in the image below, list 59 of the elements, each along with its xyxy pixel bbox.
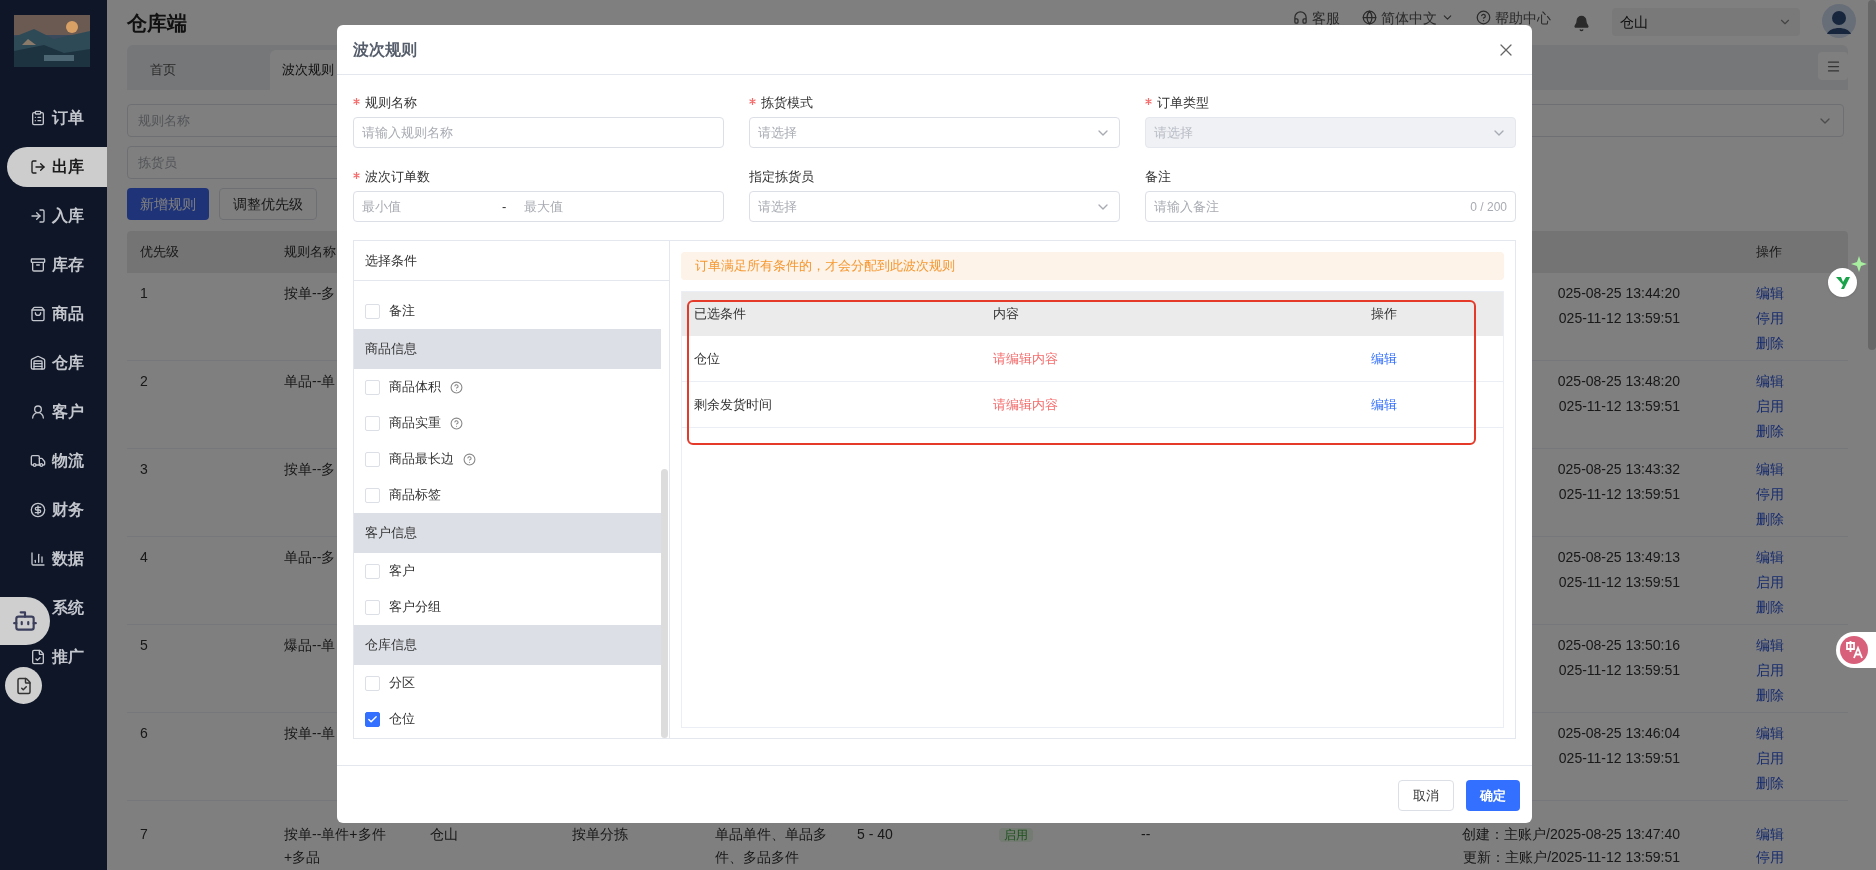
table-cell: 3: [140, 461, 148, 477]
app-title: 仓库端: [127, 10, 187, 36]
table-cell: 2: [140, 373, 148, 389]
column-header: 规则名称: [283, 243, 336, 262]
table-cell-text: 单品--多: [284, 548, 336, 567]
column-header: 操作: [1755, 243, 1783, 262]
table-cell-text: 请编辑内容: [993, 349, 1058, 368]
table-cell-text: 025-11-12 13:59:51: [1558, 661, 1680, 680]
field-label: 规则名称: [365, 94, 417, 113]
table-cell-text: 按单--多: [284, 460, 336, 479]
field-label: 拣货模式: [761, 94, 813, 113]
table-cell-text: 单品单件、单品多: [715, 825, 827, 844]
table-cell: 7: [140, 826, 148, 842]
table-cell-text: 按单--单: [284, 724, 336, 743]
column-header: 内容: [993, 305, 1020, 324]
column-header: 已选条件: [694, 305, 747, 324]
table-cell-text: 爆品--单: [284, 636, 336, 655]
group-header: 客户信息: [354, 513, 662, 553]
table-cell-text: 单品--单: [284, 372, 336, 391]
table-cell: 6: [140, 725, 148, 741]
dialog-title: 波次规则: [353, 39, 417, 60]
field-label: 波次订单数: [365, 168, 430, 187]
table-cell: 按单分拣: [572, 826, 628, 842]
table-cell: 4: [140, 549, 148, 565]
table-cell-text: 更新：主账户/2025-11-12 13:59:51: [1463, 848, 1680, 867]
panel-title: 选择条件: [365, 251, 417, 270]
table-cell-text: 025-11-12 13:59:51: [1558, 749, 1680, 768]
table-cell-text: 025-08-25 13:43:32: [1557, 460, 1680, 479]
column-header: 操作: [1371, 305, 1398, 324]
table-cell: 5: [140, 637, 148, 653]
table-cell-text: 按单--多: [284, 284, 336, 303]
table-cell-text: 025-11-12 13:59:51: [1558, 397, 1680, 416]
table-cell-text: 025-11-12 13:59:51: [1558, 573, 1680, 592]
table-cell-text: 创建：主账户/2025-08-25 13:47:40: [1462, 825, 1680, 844]
group-header: 商品信息: [354, 329, 662, 369]
table-cell: 1: [140, 285, 148, 301]
field-label: 订单类型: [1157, 94, 1209, 113]
table-cell: 5 - 40: [857, 826, 893, 842]
field-label: 备注: [1145, 168, 1172, 187]
table-cell-text: 仓位: [694, 349, 720, 368]
table-cell-text: 025-08-25 13:48:20: [1557, 372, 1680, 391]
table-cell-text: +多品: [284, 848, 321, 867]
table-cell-text: 025-11-12 13:59:51: [1558, 485, 1680, 504]
table-cell-text: 025-11-12 13:59:51: [1558, 309, 1680, 328]
hint-banner: 订单满足所有条件的，才会分配到此波次规则: [681, 252, 1504, 280]
table-cell-text: 按单--单件+多件: [284, 825, 386, 844]
status-badge: 启用: [999, 828, 1033, 842]
table-cell-text: 请编辑内容: [993, 395, 1058, 414]
table-cell: --: [1141, 826, 1151, 842]
table-cell-text: 025-08-25 13:46:04: [1557, 724, 1680, 743]
table-cell-text: 025-08-25 13:49:13: [1557, 548, 1680, 567]
table-cell-text: 件、多品多件: [715, 848, 799, 867]
field-label: 指定拣货员: [749, 168, 815, 187]
group-header: 仓库信息: [354, 625, 662, 665]
table-cell-text: 025-08-25 13:44:20: [1557, 284, 1680, 303]
table-cell-text: 025-08-25 13:50:16: [1557, 636, 1680, 655]
column-header: 优先级: [139, 243, 180, 262]
table-cell-text: 剩余发货时间: [694, 395, 772, 414]
table-cell: 仓山: [430, 826, 458, 842]
